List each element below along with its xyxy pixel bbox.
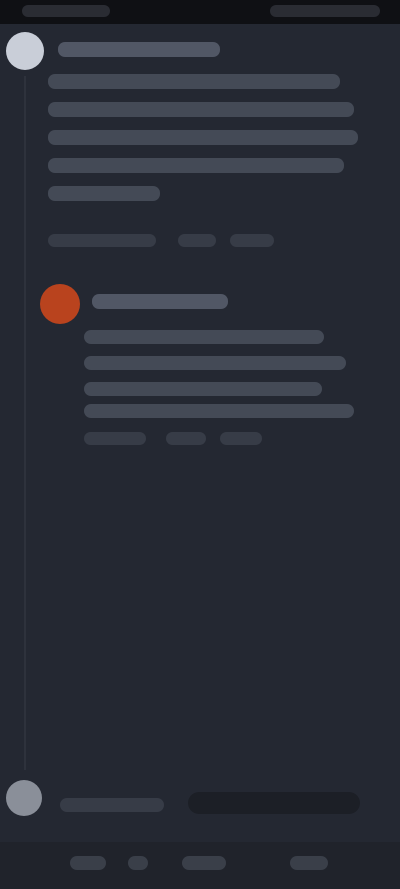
reply-body-line [84,404,354,418]
post-timestamp [48,234,156,247]
thread-line [24,76,26,776]
nav-item-profile[interactable] [290,856,328,870]
avatar[interactable] [40,284,80,324]
composer-label [60,798,164,812]
nav-item-home[interactable] [70,856,106,870]
status-bar-time [22,5,110,17]
post-body-line [48,130,358,145]
post-author[interactable] [58,42,220,57]
nav-item-activity[interactable] [182,856,226,870]
avatar [6,780,42,816]
post-body-line [48,186,160,201]
reply-button[interactable] [220,432,262,445]
status-bar [0,0,400,24]
reply-button[interactable] [230,234,274,247]
reply-body-line [84,356,346,370]
reply-body-line [84,382,322,396]
avatar[interactable] [6,32,44,70]
post-body-line [48,74,340,89]
reply-timestamp [84,432,146,445]
reply-author[interactable] [92,294,228,309]
reply-body-line [84,330,324,344]
post-body-line [48,158,344,173]
nav-item-search[interactable] [128,856,148,870]
post-body-line [48,102,354,117]
like-button[interactable] [178,234,216,247]
reply-input[interactable] [188,792,360,814]
thread-screen [0,0,400,889]
like-button[interactable] [166,432,206,445]
status-bar-icons [270,5,380,17]
